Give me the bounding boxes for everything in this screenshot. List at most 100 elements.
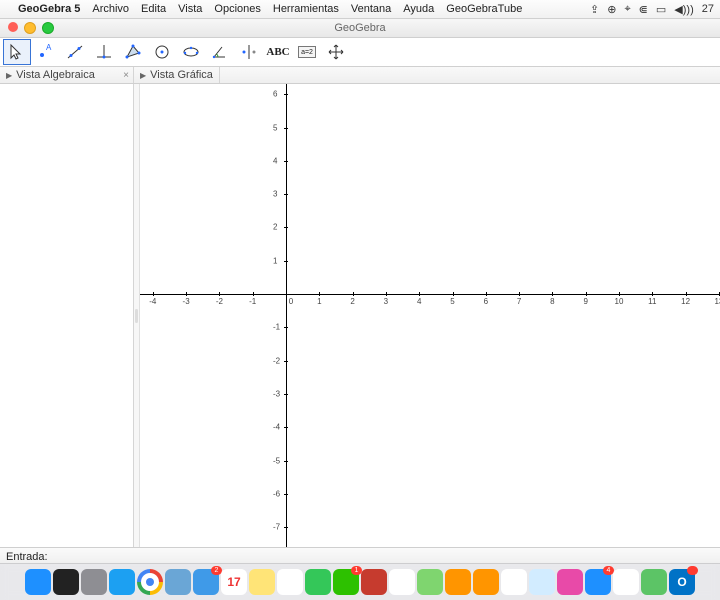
menu-vista[interactable]: Vista <box>178 3 202 15</box>
y-tick: -1 <box>273 323 280 332</box>
dock-siri[interactable] <box>53 569 79 595</box>
dock-wechat[interactable]: 1 <box>333 569 359 595</box>
tool-move-view[interactable] <box>322 39 350 65</box>
x-tick: -1 <box>249 297 256 306</box>
dock-safari[interactable] <box>109 569 135 595</box>
dock-photos[interactable] <box>389 569 415 595</box>
x-tick: -3 <box>183 297 190 306</box>
y-tick: 5 <box>273 123 277 132</box>
y-tick: -2 <box>273 356 280 365</box>
menu-archivo[interactable]: Archivo <box>92 3 129 15</box>
y-tick: -5 <box>273 456 280 465</box>
close-window-button[interactable] <box>8 22 18 32</box>
dock-calendar[interactable]: 17 <box>221 569 247 595</box>
y-tick: -7 <box>273 523 280 532</box>
disclosure-icon: ▶ <box>6 71 12 80</box>
tool-reflect[interactable] <box>235 39 263 65</box>
dock-itunes[interactable] <box>557 569 583 595</box>
disclosure-icon: ▶ <box>140 71 146 80</box>
display-icon[interactable]: ▭ <box>656 3 666 16</box>
dock-app1[interactable] <box>361 569 387 595</box>
dock-launchpad[interactable] <box>81 569 107 595</box>
tool-text[interactable]: ABC <box>264 39 292 65</box>
dock-finder[interactable] <box>25 569 51 595</box>
x-tick: 11 <box>648 297 656 306</box>
tool-angle[interactable] <box>206 39 234 65</box>
mac-menubar: GeoGebra 5 Archivo Edita Vista Opciones … <box>0 0 720 19</box>
input-field[interactable] <box>52 550 714 564</box>
dock: 217 1 4 O <box>0 563 720 600</box>
dropbox-icon[interactable]: ⇪ <box>590 3 599 16</box>
zoom-window-button[interactable] <box>42 22 54 34</box>
y-tick: 4 <box>273 156 277 165</box>
tool-slider[interactable]: a=2 <box>293 39 321 65</box>
menu-ventana[interactable]: Ventana <box>351 3 391 15</box>
dock-notes[interactable] <box>249 569 275 595</box>
minimize-window-button[interactable] <box>24 22 36 34</box>
menu-ayuda[interactable]: Ayuda <box>403 3 434 15</box>
menu-edita[interactable]: Edita <box>141 3 166 15</box>
dock-preview[interactable] <box>165 569 191 595</box>
y-tick: 1 <box>273 256 277 265</box>
x-axis <box>140 294 720 295</box>
app-name[interactable]: GeoGebra 5 <box>18 3 80 15</box>
menu-herramientas[interactable]: Herramientas <box>273 3 339 15</box>
dock-app4[interactable] <box>641 569 667 595</box>
dock-chrome[interactable] <box>137 569 163 595</box>
dock-app3[interactable] <box>613 569 639 595</box>
y-tick: 6 <box>273 90 277 99</box>
dock-messages[interactable] <box>305 569 331 595</box>
x-tick: 3 <box>384 297 388 306</box>
x-tick: 6 <box>484 297 488 306</box>
tool-polygon[interactable] <box>119 39 147 65</box>
x-tick: 2 <box>350 297 354 306</box>
x-tick: 0 <box>289 297 293 306</box>
x-tick: 12 <box>681 297 690 306</box>
tool-move[interactable] <box>3 39 31 65</box>
dock-outlook[interactable]: O <box>669 569 695 595</box>
tab-algebra-label: Vista Algebraica <box>16 69 95 81</box>
view-tabs: ▶ Vista Algebraica × ▶ Vista Gráfica <box>0 67 720 84</box>
dock-appstore[interactable]: 4 <box>585 569 611 595</box>
toolbar: A ABC a=2 <box>0 38 720 67</box>
y-tick: -3 <box>273 389 280 398</box>
dock-mail[interactable]: 2 <box>193 569 219 595</box>
x-tick: 9 <box>583 297 587 306</box>
tool-perpendicular[interactable] <box>90 39 118 65</box>
tool-line[interactable] <box>61 39 89 65</box>
dock-reminders[interactable] <box>277 569 303 595</box>
dock-geogebra[interactable] <box>501 569 527 595</box>
dock-app2[interactable] <box>529 569 555 595</box>
spotlight-icon[interactable]: ⊕ <box>607 3 616 16</box>
close-algebra-icon[interactable]: × <box>123 70 129 81</box>
dock-pages[interactable] <box>473 569 499 595</box>
dock-ibooks[interactable] <box>445 569 471 595</box>
tool-conic[interactable] <box>177 39 205 65</box>
svg-text:A: A <box>46 43 52 52</box>
tab-graphic-label: Vista Gráfica <box>150 69 213 81</box>
clock[interactable]: 27 <box>702 3 714 15</box>
menu-geogebratube[interactable]: GeoGebraTube <box>446 3 522 15</box>
y-tick: 3 <box>273 190 277 199</box>
y-axis <box>286 84 287 547</box>
x-tick: 5 <box>450 297 454 306</box>
tab-algebra[interactable]: ▶ Vista Algebraica × <box>0 67 134 83</box>
bluetooth-icon[interactable]: ⌖ <box>624 3 630 16</box>
x-tick: -4 <box>149 297 156 306</box>
graphics-view[interactable]: -4-3-2-1012345678910111213-7-6-5-4-3-2-1… <box>140 84 720 547</box>
y-tick: -6 <box>273 489 280 498</box>
window-titlebar: GeoGebra <box>0 19 720 38</box>
wifi-icon[interactable]: ⋐ <box>639 3 648 16</box>
x-tick: 13 <box>714 297 720 306</box>
x-tick: 10 <box>615 297 624 306</box>
dock-maps[interactable] <box>417 569 443 595</box>
window-title: GeoGebra <box>334 22 385 34</box>
tool-point[interactable]: A <box>32 39 60 65</box>
menu-opciones[interactable]: Opciones <box>214 3 260 15</box>
x-tick: -2 <box>216 297 223 306</box>
tool-circle[interactable] <box>148 39 176 65</box>
x-tick: 4 <box>417 297 421 306</box>
volume-icon[interactable]: ◀))) <box>674 3 693 16</box>
tab-graphic[interactable]: ▶ Vista Gráfica <box>134 67 220 83</box>
x-tick: 1 <box>317 297 321 306</box>
